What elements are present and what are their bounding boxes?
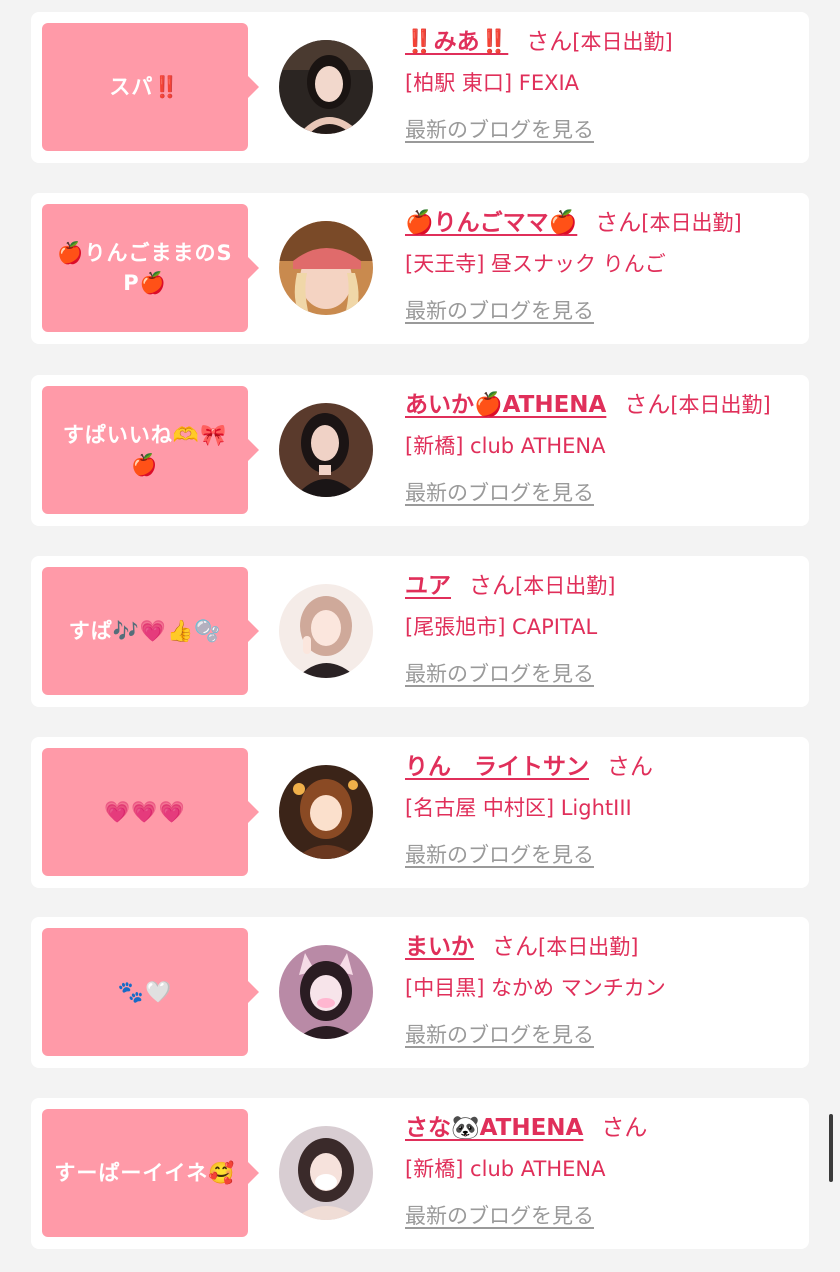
avatar[interactable] xyxy=(279,584,373,678)
san-suffix: さん xyxy=(595,210,642,236)
blog-card: 🍎りんごままのSP🍎 🍎りんごママ🍎 さん[本日出勤] [天王寺] 昼スナック り… xyxy=(31,193,809,344)
scrollbar[interactable] xyxy=(829,1114,833,1182)
avatar[interactable] xyxy=(279,945,373,1039)
comment-text: すぱ🎶💗👍🫧 xyxy=(68,619,222,643)
name-line: ユア さん[本日出勤] xyxy=(405,568,805,604)
girl-name-link[interactable]: ユア xyxy=(405,573,451,599)
comment-bubble: 🍎りんごままのSP🍎 xyxy=(42,204,259,332)
san-suffix: さん xyxy=(624,392,671,418)
latest-blog-link[interactable]: 最新のブログを見る xyxy=(405,658,594,688)
comment-bubble: 🐾🤍 xyxy=(42,928,259,1056)
avatar[interactable] xyxy=(279,765,373,859)
comment-bubble: すーぱーイイネ🥰 xyxy=(42,1109,259,1237)
girl-name-link[interactable]: さな🐼ATHENA xyxy=(405,1115,583,1141)
blog-card: すぱいいね🫶🎀🍎 あいか🍎ATHENA さん[本日出勤] [新橋] club AT… xyxy=(31,375,809,526)
shop-info: [新橋] club ATHENA xyxy=(405,1157,606,1181)
card-info: まいか さん[本日出勤] [中目黒] なかめ マンチカン 最新のブログを見る xyxy=(405,929,805,1049)
san-suffix: さん xyxy=(607,754,653,780)
shop-info: [名古屋 中村区] LightIII xyxy=(405,796,632,820)
card-info: ユア さん[本日出勤] [尾張旭市] CAPITAL 最新のブログを見る xyxy=(405,568,805,688)
woman-portrait-icon xyxy=(279,403,373,497)
latest-blog-link[interactable]: 最新のブログを見る xyxy=(405,114,594,144)
comment-bubble: スパ‼️ xyxy=(42,23,259,151)
woman-portrait-icon xyxy=(279,945,373,1039)
avatar[interactable] xyxy=(279,1126,373,1220)
name-line: まいか さん[本日出勤] xyxy=(405,929,805,965)
comment-bubble: 💗💗💗 xyxy=(42,748,259,876)
card-info: さな🐼ATHENA さん [新橋] club ATHENA 最新のブログを見る xyxy=(405,1110,805,1230)
comment-text: すぱいいね🫶🎀🍎 xyxy=(62,423,228,477)
card-info: あいか🍎ATHENA さん[本日出勤] [新橋] club ATHENA 最新のブ… xyxy=(405,387,805,507)
name-line: 🍎りんごママ🍎 さん[本日出勤] xyxy=(405,205,805,241)
anime-girl-icon xyxy=(279,765,373,859)
card-info: 🍎りんごママ🍎 さん[本日出勤] [天王寺] 昼スナック りんご 最新のブログを見… xyxy=(405,205,805,325)
attendance-badge: [本日出勤] xyxy=(515,574,616,598)
latest-blog-link[interactable]: 最新のブログを見る xyxy=(405,1200,594,1230)
comment-text: 💗💗💗 xyxy=(104,800,186,824)
shop-info: [新橋] club ATHENA xyxy=(405,434,606,458)
woman-portrait-icon xyxy=(279,221,373,315)
blog-card: 💗💗💗 りん ライトサン さん [名古屋 中村区] LightIII 最新のブログ… xyxy=(31,737,809,888)
name-line: ‼️みあ‼️ さん[本日出勤] xyxy=(405,24,805,60)
card-info: りん ライトサン さん [名古屋 中村区] LightIII 最新のブログを見る xyxy=(405,749,805,869)
comment-bubble: すぱいいね🫶🎀🍎 xyxy=(42,386,259,514)
girl-name-link[interactable]: まいか xyxy=(405,934,474,960)
name-line: あいか🍎ATHENA さん[本日出勤] xyxy=(405,387,805,423)
san-suffix: さん xyxy=(526,29,573,55)
san-suffix: さん xyxy=(492,934,538,960)
comment-bubble: すぱ🎶💗👍🫧 xyxy=(42,567,259,695)
comment-text: 🐾🤍 xyxy=(117,980,173,1004)
shop-info: [天王寺] 昼スナック りんご xyxy=(405,252,666,276)
girl-name-link[interactable]: りん ライトサン xyxy=(405,754,589,780)
blog-card: スパ‼️ ‼️みあ‼️ さん[本日出勤] [柏駅 東口] FEXIA 最新のブログ… xyxy=(31,12,809,163)
latest-blog-link[interactable]: 最新のブログを見る xyxy=(405,477,594,507)
latest-blog-link[interactable]: 最新のブログを見る xyxy=(405,295,594,325)
avatar[interactable] xyxy=(279,40,373,134)
blog-card: すーぱーイイネ🥰 さな🐼ATHENA さん [新橋] club ATHENA 最新… xyxy=(31,1098,809,1249)
san-suffix: さん xyxy=(469,573,515,599)
avatar[interactable] xyxy=(279,403,373,497)
attendance-badge: [本日出勤] xyxy=(572,30,673,54)
comment-text: スパ‼️ xyxy=(109,75,181,99)
blog-card: すぱ🎶💗👍🫧 ユア さん[本日出勤] [尾張旭市] CAPITAL 最新のブログを… xyxy=(31,556,809,707)
avatar[interactable] xyxy=(279,221,373,315)
woman-portrait-icon xyxy=(279,584,373,678)
girl-name-link[interactable]: ‼️みあ‼️ xyxy=(405,29,508,55)
name-line: りん ライトサン さん xyxy=(405,749,805,785)
latest-blog-link[interactable]: 最新のブログを見る xyxy=(405,839,594,869)
san-suffix: さん xyxy=(601,1115,648,1141)
shop-info: [尾張旭市] CAPITAL xyxy=(405,615,598,639)
girl-name-link[interactable]: 🍎りんごママ🍎 xyxy=(405,210,577,236)
attendance-badge: [本日出勤] xyxy=(670,393,771,417)
girl-name-link[interactable]: あいか🍎ATHENA xyxy=(405,392,606,418)
woman-portrait-icon xyxy=(279,1126,373,1220)
card-info: ‼️みあ‼️ さん[本日出勤] [柏駅 東口] FEXIA 最新のブログを見る xyxy=(405,24,805,144)
shop-info: [中目黒] なかめ マンチカン xyxy=(405,976,666,1000)
attendance-badge: [本日出勤] xyxy=(538,935,639,959)
attendance-badge: [本日出勤] xyxy=(641,211,742,235)
blog-card-list: スパ‼️ ‼️みあ‼️ さん[本日出勤] [柏駅 東口] FEXIA 最新のブログ… xyxy=(0,0,840,1272)
comment-text: すーぱーイイネ🥰 xyxy=(54,1161,236,1185)
latest-blog-link[interactable]: 最新のブログを見る xyxy=(405,1019,594,1049)
name-line: さな🐼ATHENA さん xyxy=(405,1110,805,1146)
shop-info: [柏駅 東口] FEXIA xyxy=(405,71,580,95)
comment-text: 🍎りんごままのSP🍎 xyxy=(57,241,233,295)
woman-portrait-icon xyxy=(279,40,373,134)
blog-card: 🐾🤍 まいか さん[本日出勤] [中目黒] なかめ マンチカン 最新のブログを見る xyxy=(31,917,809,1068)
